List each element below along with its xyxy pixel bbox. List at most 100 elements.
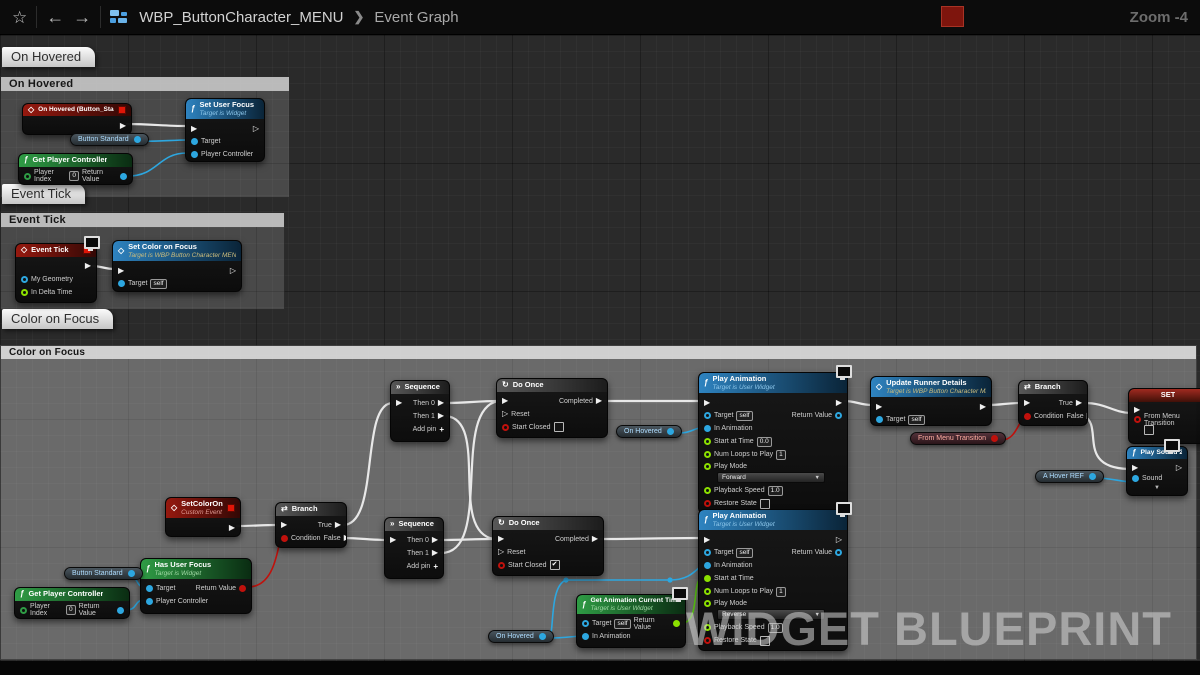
delegate-pin[interactable]: [118, 106, 126, 114]
start-closed-checkbox-checked[interactable]: ✔: [550, 560, 560, 570]
false-exec-pin[interactable]: [344, 534, 347, 542]
return-value-pin[interactable]: [239, 585, 246, 592]
forward-arrow-icon[interactable]: →: [73, 7, 91, 28]
breadcrumb-asset-name[interactable]: WBP_ButtonCharacter_MENU: [139, 9, 343, 26]
completed-pin[interactable]: [592, 535, 598, 543]
delegate-pin[interactable]: [227, 504, 235, 512]
playback-speed-pin[interactable]: [704, 624, 711, 631]
player-controller-pin[interactable]: [191, 151, 198, 158]
comment-header[interactable]: Color on Focus: [1, 346, 1196, 359]
completed-pin[interactable]: [596, 397, 602, 405]
node-get-player-controller[interactable]: ƒ Get Player Controller Player Index0 Re…: [18, 153, 133, 185]
node-do-once-1[interactable]: ↻ Do Once Completed Reset Start Closed: [496, 378, 608, 438]
start-at-time-pin[interactable]: [704, 575, 711, 582]
add-pin-label[interactable]: Add pin: [407, 563, 431, 570]
restore-state-pin[interactable]: [704, 500, 711, 507]
my-geometry-pin[interactable]: [21, 276, 28, 283]
then-1-pin[interactable]: [438, 412, 444, 420]
num-loops-value[interactable]: 1: [776, 450, 786, 460]
node-set-user-focus[interactable]: ƒ Set User Focus Target is Widget Target…: [185, 98, 265, 162]
start-at-time-pin[interactable]: [704, 438, 711, 445]
condition-pin[interactable]: [281, 535, 288, 542]
then-0-pin[interactable]: [438, 399, 444, 407]
target-pin[interactable]: [704, 549, 711, 556]
in-delta-time-pin[interactable]: [21, 289, 28, 296]
node-play-sound-2d[interactable]: ƒ Play Sound 2D Sound ▼: [1126, 446, 1188, 496]
favorite-star-icon[interactable]: ☆: [12, 9, 27, 26]
sound-pin[interactable]: [1132, 475, 1139, 482]
add-pin-icon[interactable]: +: [433, 562, 438, 571]
node-play-animation-forward[interactable]: ƒ Play Animation Target is User Widget T…: [698, 372, 848, 514]
target-pin[interactable]: [146, 585, 153, 592]
num-loops-value[interactable]: 1: [776, 587, 786, 597]
exec-in-pin[interactable]: [498, 535, 504, 543]
player-index-value[interactable]: 0: [66, 605, 76, 615]
play-mode-dropdown[interactable]: Reverse▼: [717, 609, 825, 620]
node-setcoloronfocus-event[interactable]: ◇ SetColorOnFocus Custom Event: [165, 497, 241, 537]
exec-in-pin[interactable]: [704, 536, 710, 544]
node-sequence-2[interactable]: » Sequence Then 0 Then 1 Add pin+: [384, 517, 444, 579]
target-pin[interactable]: [191, 138, 198, 145]
target-pin[interactable]: [704, 412, 711, 419]
playback-speed-pin[interactable]: [704, 487, 711, 494]
exec-in-pin[interactable]: [502, 397, 508, 405]
player-index-pin[interactable]: [24, 173, 31, 180]
play-mode-pin[interactable]: [704, 463, 711, 470]
true-exec-pin[interactable]: [335, 521, 341, 529]
in-animation-pin[interactable]: [704, 425, 711, 432]
exec-out-pin[interactable]: [230, 267, 236, 275]
reset-pin[interactable]: [498, 548, 504, 556]
output-pin[interactable]: [539, 633, 546, 640]
player-index-value[interactable]: 0: [69, 171, 79, 181]
play-mode-pin[interactable]: [704, 600, 711, 607]
variable-pill-on-hovered[interactable]: On Hovered: [616, 425, 682, 438]
node-get-animation-current-time[interactable]: ƒ Get Animation Current Time Target is U…: [576, 594, 686, 648]
node-update-runner-details[interactable]: ◇ Update Runner Details Target is WBP Bu…: [870, 376, 992, 426]
output-pin[interactable]: [991, 435, 998, 442]
playback-speed-value[interactable]: 1.0: [768, 623, 783, 633]
false-exec-pin[interactable]: [1087, 412, 1088, 420]
return-value-pin[interactable]: [117, 607, 124, 614]
exec-in-pin[interactable]: [396, 399, 402, 407]
then-1-pin[interactable]: [432, 549, 438, 557]
target-pin[interactable]: [876, 416, 883, 423]
node-set-color-on-focus-call[interactable]: ◇ Set Color on Focus Target is WBP Butto…: [112, 240, 242, 292]
exec-out-pin[interactable]: [836, 536, 842, 544]
node-play-animation-reverse[interactable]: ƒ Play Animation Target is User Widget T…: [698, 509, 848, 651]
in-animation-pin[interactable]: [704, 562, 711, 569]
comment-header[interactable]: Event Tick: [1, 213, 284, 227]
variable-pill-on-hovered[interactable]: On Hovered: [488, 630, 554, 643]
playback-speed-value[interactable]: 1.0: [768, 486, 783, 496]
exec-in-pin[interactable]: [191, 125, 197, 133]
true-exec-pin[interactable]: [1076, 399, 1082, 407]
exec-in-pin[interactable]: [281, 521, 287, 529]
comment-tab-event-tick[interactable]: Event Tick: [2, 184, 85, 204]
variable-checkbox[interactable]: [1144, 425, 1154, 435]
restore-state-checkbox[interactable]: [760, 499, 770, 509]
exec-in-pin[interactable]: [704, 399, 710, 407]
add-pin-label[interactable]: Add pin: [413, 426, 437, 433]
comment-tab-on-hovered[interactable]: On Hovered: [2, 47, 95, 67]
return-value-pin[interactable]: [120, 173, 127, 180]
node-do-once-2[interactable]: ↻ Do Once Completed Reset Start Closed✔: [492, 516, 604, 576]
then-0-pin[interactable]: [432, 536, 438, 544]
variable-pill-from-menu-transition[interactable]: From Menu Transition: [910, 432, 1006, 445]
player-controller-pin[interactable]: [146, 598, 153, 605]
exec-in-pin[interactable]: [1024, 399, 1030, 407]
node-has-user-focus[interactable]: ƒ Has User Focus Target is Widget Target…: [140, 558, 252, 614]
node-get-player-controller[interactable]: ƒ Get Player Controller Player Index0 Re…: [14, 587, 130, 619]
variable-pill-a-hover-ref[interactable]: A Hover REF: [1035, 470, 1104, 483]
expand-arrow-icon[interactable]: ▼: [1154, 485, 1160, 491]
start-at-time-value[interactable]: 0.0: [757, 437, 772, 447]
variable-pill-button-standard[interactable]: Button Standard: [64, 567, 143, 580]
exec-out-pin[interactable]: [1176, 464, 1182, 472]
condition-pin[interactable]: [1024, 413, 1031, 420]
return-value-pin[interactable]: [673, 620, 680, 627]
start-closed-pin[interactable]: [502, 424, 509, 431]
exec-out-pin[interactable]: [229, 524, 235, 532]
return-value-pin[interactable]: [835, 549, 842, 556]
play-mode-dropdown[interactable]: Forward▼: [717, 472, 825, 483]
output-pin[interactable]: [128, 570, 135, 577]
in-animation-pin[interactable]: [582, 633, 589, 640]
output-pin[interactable]: [1089, 473, 1096, 480]
